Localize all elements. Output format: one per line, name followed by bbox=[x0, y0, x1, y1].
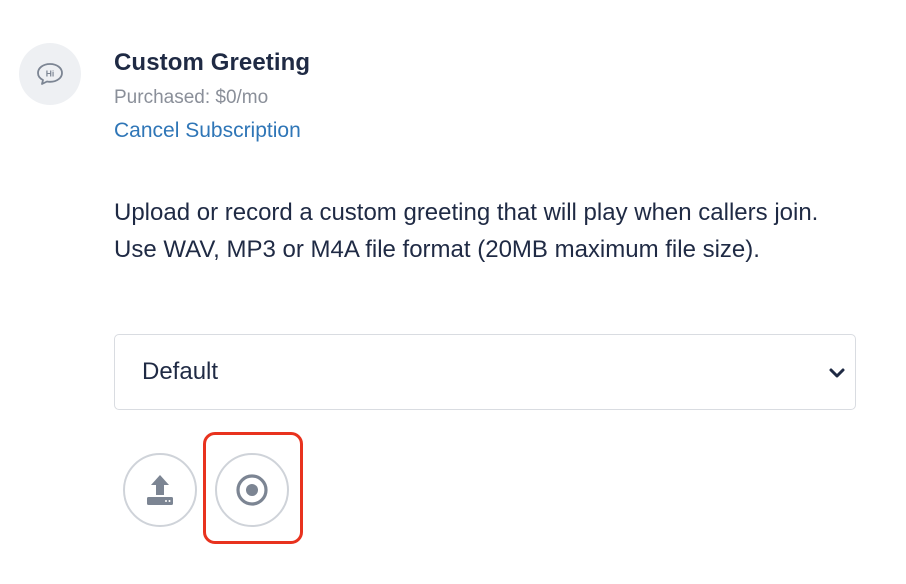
record-button[interactable] bbox=[215, 453, 289, 527]
upload-icon bbox=[147, 475, 173, 505]
upload-button[interactable] bbox=[123, 453, 197, 527]
purchase-price: Purchased: $0/mo bbox=[114, 87, 269, 108]
feature-avatar: Hi bbox=[19, 43, 81, 105]
cancel-subscription-link[interactable]: Cancel Subscription bbox=[114, 119, 301, 143]
feature-title: Custom Greeting bbox=[114, 49, 311, 76]
speech-bubble-text: Hi bbox=[46, 69, 55, 79]
greeting-select-value: Default bbox=[142, 358, 219, 385]
greeting-select[interactable]: Default bbox=[114, 334, 856, 410]
feature-description: Upload or record a custom greeting that … bbox=[114, 199, 819, 263]
speech-bubble-hi-icon: Hi bbox=[37, 63, 63, 85]
record-icon bbox=[236, 474, 268, 506]
custom-greeting-panel: Hi Custom Greeting Purchased: $0/mo Canc… bbox=[0, 0, 906, 584]
chevron-down-icon bbox=[829, 368, 845, 378]
